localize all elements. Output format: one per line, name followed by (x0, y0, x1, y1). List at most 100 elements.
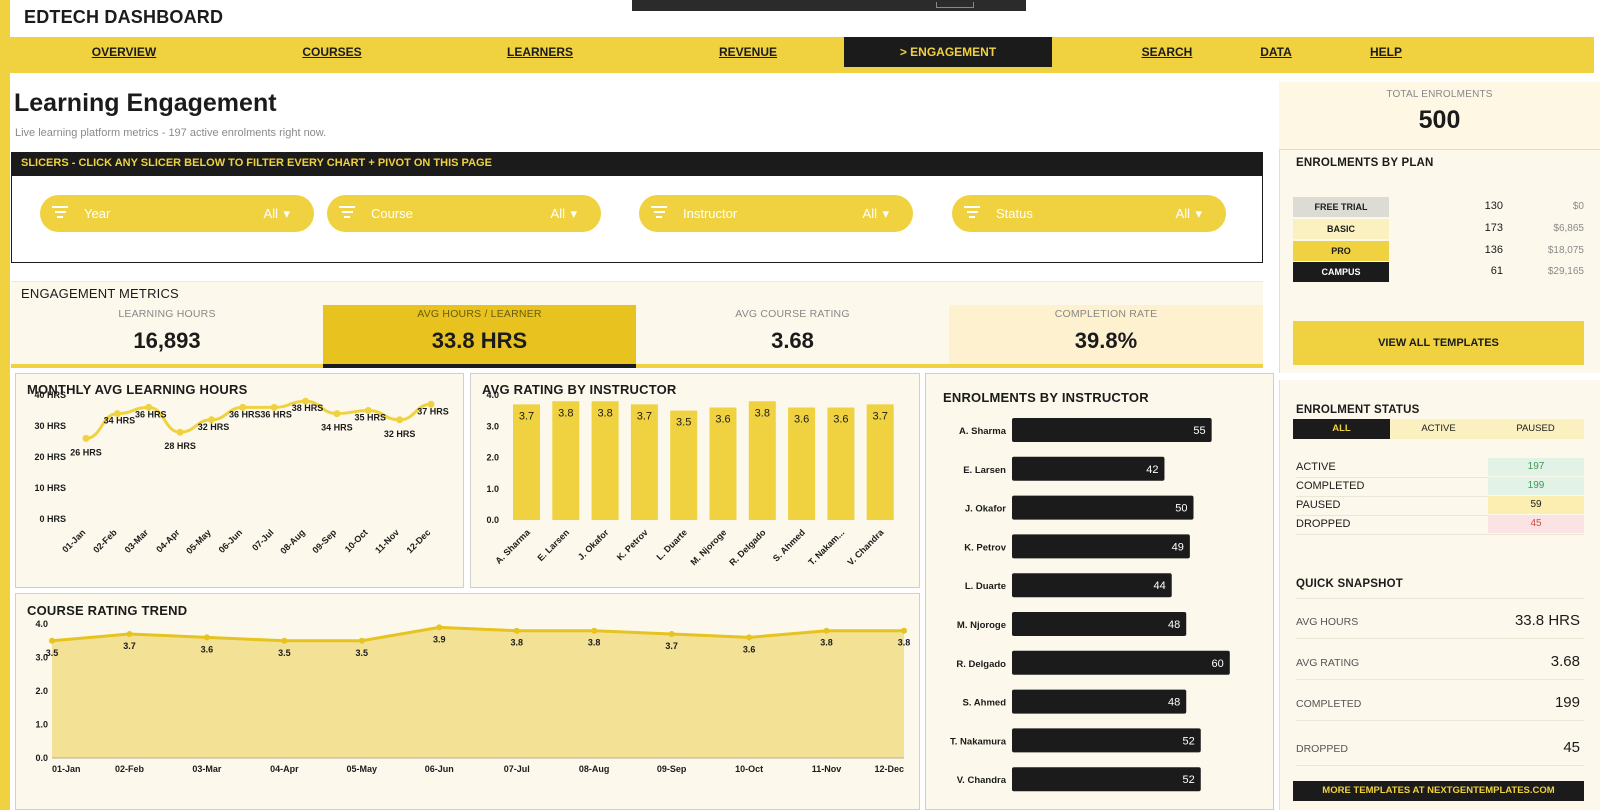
kpi-value: 39.8% (1074, 328, 1138, 353)
bar-value-label: 52 (1183, 774, 1195, 786)
slicer-banner: SLICERS - CLICK ANY SLICER BELOW TO FILT… (11, 152, 1263, 175)
kpi-avg-rating: AVG COURSE RATING 3.68 (636, 305, 949, 368)
status-label: DROPPED (1296, 518, 1351, 530)
snapshot-value: 199 (1554, 694, 1580, 711)
data-point (176, 428, 184, 436)
data-label: 34 HRS (104, 416, 136, 426)
slicer-label: Status (996, 206, 1033, 221)
slicer-instructor[interactable]: Instructor All ▾ (639, 195, 913, 232)
nav-search[interactable]: SEARCH (1118, 37, 1216, 67)
bar-value-label: 52 (1183, 735, 1195, 747)
slicer-course[interactable]: Course All ▾ (327, 195, 601, 232)
bar-chart-svg: 0.0 1.0 2.0 3.0 4.0 3.7 A. Sharma 3.8 E. Larsen 3… (486, 390, 894, 568)
plan-amount: $29,165 (1547, 266, 1584, 277)
data-label: 36 HRS (229, 409, 261, 419)
data-label: 3.8 (820, 638, 833, 648)
x-tick-label: 10-Oct (735, 764, 763, 774)
snapshot-label: COMPLETED (1296, 698, 1362, 710)
bar (1012, 689, 1187, 714)
plan-count: 136 (1484, 244, 1503, 256)
category-label: A. Sharma (959, 426, 1007, 437)
data-label: 35 HRS (355, 413, 387, 423)
x-tick-label: 07-Jul (504, 764, 530, 774)
data-point (333, 410, 341, 418)
x-tick-label: S. Ahmed (771, 527, 807, 563)
plan-badge: FREE TRIAL (1293, 197, 1389, 217)
slicer-status[interactable]: Status All ▾ (952, 195, 1226, 232)
slicer-value: All (550, 206, 565, 221)
data-label: 3.6 (743, 644, 756, 654)
x-tick-label: 10-Oct (343, 527, 370, 554)
data-label: 28 HRS (164, 441, 196, 451)
slicer-year[interactable]: Year All ▾ (40, 195, 314, 232)
nav-engagement[interactable]: > ENGAGEMENT (844, 37, 1052, 67)
bar (1012, 728, 1201, 753)
status-label: ACTIVE (1296, 461, 1336, 473)
app-title: EDTECH DASHBOARD (24, 7, 224, 27)
data-label: 3.7 (123, 641, 136, 651)
snapshot-value: 3.68 (1550, 653, 1580, 670)
snapshot-row: AVG RATING 3.68 (1296, 649, 1584, 680)
slicer-label: Year (84, 206, 111, 221)
nav-revenue[interactable]: REVENUE (688, 37, 808, 67)
view-all-templates-button[interactable]: VIEW ALL TEMPLATES (1293, 321, 1584, 365)
chart-rating-trend: COURSE RATING TREND 0.0 1.0 2.0 3.0 4.0 3.5 01… (15, 593, 920, 810)
x-tick-label: J. Okafor (576, 527, 611, 562)
data-label: 34 HRS (321, 423, 353, 433)
y-tick-label: 1.0 (35, 720, 48, 730)
data-label: 37 HRS (417, 406, 449, 416)
y-tick-label: 3.0 (486, 421, 499, 431)
plan-amount: $6,865 (1553, 223, 1584, 234)
data-point (396, 416, 404, 424)
nav-courses[interactable]: COURSES (272, 37, 392, 67)
chevron-down-icon: ▾ (882, 206, 889, 221)
bar-value-label: 3.7 (873, 410, 888, 422)
snapshot-row: AVG HOURS 33.8 HRS (1296, 608, 1584, 639)
data-point (668, 631, 675, 638)
tab-active[interactable]: ACTIVE (1390, 419, 1487, 439)
bar-value-label: 42 (1146, 464, 1158, 476)
status-value: 197 (1488, 458, 1584, 476)
bar-value-label: 50 (1175, 503, 1187, 515)
more-templates-link[interactable]: MORE TEMPLATES AT NEXTGENTEMPLATES.COM (1293, 781, 1584, 801)
x-tick-label: 11-Nov (812, 764, 842, 774)
plans-title: ENROLMENTS BY PLAN (1296, 157, 1434, 169)
bar-value-label: 3.8 (597, 407, 612, 419)
tab-all[interactable]: ALL (1293, 419, 1390, 439)
kpi-value: 3.68 (771, 328, 814, 353)
snapshot-label: DROPPED (1296, 743, 1348, 755)
bar-value-label: 3.6 (715, 414, 730, 426)
tab-paused[interactable]: PAUSED (1487, 419, 1584, 439)
kpi-label: COMPLETION RATE (1054, 308, 1158, 320)
x-tick-label: R. Delgado (727, 527, 768, 568)
bar-value-label: 3.8 (558, 407, 573, 419)
bar-value-label: 60 (1212, 658, 1224, 670)
bar (1012, 650, 1230, 675)
slicer-value: All (862, 206, 877, 221)
plan-amount: $18,075 (1547, 245, 1584, 256)
window-control[interactable] (936, 2, 974, 8)
category-label: T. Nakamura (950, 736, 1007, 747)
x-tick-label: 07-Jul (250, 527, 275, 552)
nav-overview[interactable]: OVERVIEW (64, 37, 184, 67)
plan-row: BASIC 173 $6,865 (1293, 219, 1584, 239)
y-tick-label: 4.0 (35, 619, 48, 629)
nav-help[interactable]: HELP (1346, 37, 1426, 67)
kpi-learning-hours: LEARNING HOURS 16,893 (11, 305, 323, 368)
category-label: K. Petrov (964, 542, 1006, 553)
hbar-chart-svg: A. Sharma 55 E. Larsen 42 J. Okafor 50 K. Petr… (950, 418, 1230, 792)
x-tick-label: A. Sharma (493, 527, 532, 566)
data-point (591, 627, 598, 634)
bar (1012, 573, 1172, 598)
nav-learners[interactable]: LEARNERS (480, 37, 600, 67)
plan-row: CAMPUS 61 $29,165 (1293, 262, 1584, 282)
nav-data[interactable]: DATA (1236, 37, 1316, 67)
y-tick-label: 0.0 (486, 515, 499, 525)
y-tick-label: 10 HRS (34, 483, 66, 493)
bar-value-label: 48 (1168, 619, 1180, 631)
line-chart-svg: 0 HRS 10 HRS 20 HRS 30 HRS 40 HRS 26 HRS 01-Ja… (34, 390, 449, 556)
plan-badge: PRO (1293, 241, 1389, 261)
y-tick-label: 2.0 (486, 453, 499, 463)
plan-count: 173 (1484, 222, 1503, 234)
status-row-completed: COMPLETED 199 (1296, 477, 1584, 497)
